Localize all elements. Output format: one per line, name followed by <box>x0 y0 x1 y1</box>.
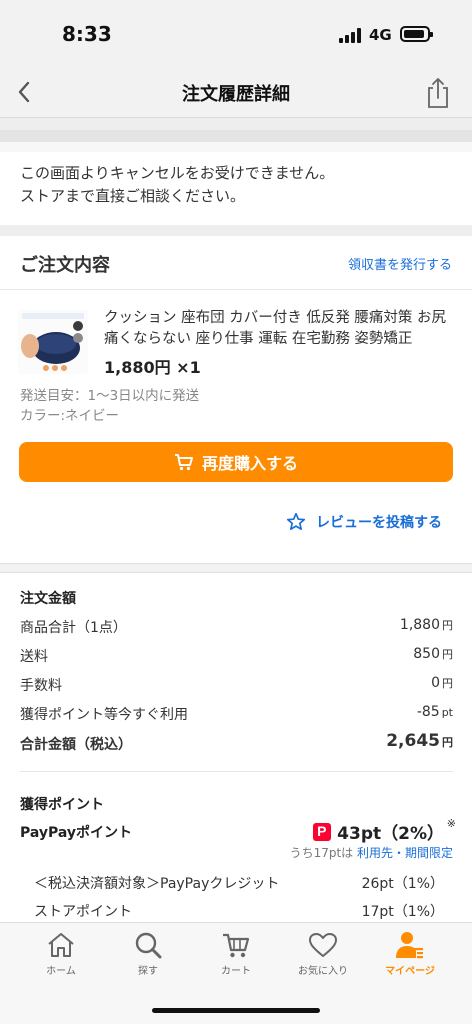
network-label: 4G <box>369 26 392 44</box>
order-header: ご注文内容 領収書を発行する <box>0 236 472 290</box>
buy-again-button[interactable]: 再度購入する <box>19 442 453 482</box>
buy-again-label: 再度購入する <box>201 454 298 473</box>
amount-value: -85 pt <box>416 704 453 720</box>
tab-cart[interactable]: カート <box>196 931 276 985</box>
order-item[interactable]: クッション 座布団 カバー付き 低反発 腰痛対策 お尻痛くならない 座り仕事 運… <box>0 300 472 450</box>
star-icon <box>286 512 306 531</box>
shipping-estimate: 発送目安：1〜3日以内に発送 <box>20 388 200 404</box>
amount-row: 送料 850 円 <box>20 646 453 670</box>
total-value: 2,645 円 <box>386 731 453 751</box>
receipt-link[interactable]: 領収書を発行する <box>348 254 452 273</box>
amount-row: 獲得ポイント等今すぐ利用 -85 pt <box>20 704 453 728</box>
points-row-value: 17pt（1%） <box>361 904 444 920</box>
tab-label: ホーム <box>46 966 76 977</box>
order-title: ご注文内容 <box>20 255 110 276</box>
tab-label: お気に入り <box>298 966 348 977</box>
amount-label: 手数料 <box>20 678 62 694</box>
battery-icon <box>400 26 433 42</box>
heart-icon <box>309 933 337 957</box>
points-row-value: 26pt（1%） <box>361 876 444 892</box>
total-row: 合計金額（税込） 2,645 円 <box>20 731 453 758</box>
review-label: レビューを投稿する <box>316 515 442 531</box>
tab-search[interactable]: 探す <box>108 931 188 985</box>
paypay-points-label: PayPayポイント <box>20 825 133 841</box>
product-color: カラー:ネイビー <box>20 408 120 424</box>
points-row: ストアポイント 17pt（1%） <box>34 901 444 923</box>
divider <box>20 771 453 772</box>
product-name[interactable]: クッション 座布団 カバー付き 低反発 腰痛対策 お尻痛くならない 座り仕事 運… <box>104 308 454 350</box>
product-price: 1,880円 ×1 <box>104 358 201 377</box>
amount-value: 1,880 円 <box>399 617 453 633</box>
points-note: うち17ptは 利用先・期間限定 <box>289 846 453 860</box>
divider <box>0 563 472 564</box>
section-gap <box>0 130 472 142</box>
share-icon <box>428 78 448 108</box>
points-row-label: ＜税込決済額対象＞PayPayクレジット <box>34 876 280 892</box>
total-label: 合計金額（税込） <box>20 737 132 753</box>
status-bar: 8:33 4G <box>0 0 472 68</box>
amount-value: 850 円 <box>413 646 453 662</box>
nav-bar: 注文履歴詳細 <box>0 68 472 118</box>
tab-label: 探す <box>138 966 158 977</box>
amount-label: 送料 <box>20 649 48 665</box>
notice-line-1: この画面よりキャンセルをお受けできません。 <box>20 164 335 182</box>
paypay-logo-icon <box>313 822 332 841</box>
points-row: ＜税込決済額対象＞PayPayクレジット 26pt（1%） <box>34 873 444 895</box>
search-icon <box>135 932 162 959</box>
tab-home[interactable]: ホーム <box>21 931 101 985</box>
footnote-mark: ※ <box>446 817 456 830</box>
section-gap <box>0 563 472 572</box>
tab-label: カート <box>221 966 251 977</box>
paypay-points-value: 43pt（2%） <box>313 819 444 844</box>
page-title: 注文履歴詳細 <box>182 84 290 105</box>
cart-icon <box>223 933 250 958</box>
tab-favorites[interactable]: お気に入り <box>283 931 363 985</box>
divider <box>0 572 472 573</box>
status-time: 8:33 <box>62 22 112 46</box>
points-usage-link[interactable]: 利用先・期間限定 <box>357 846 453 860</box>
amount-title: 注文金額 <box>20 591 76 607</box>
signal-icon <box>339 27 363 43</box>
section-gap <box>0 118 472 130</box>
product-image <box>18 310 88 374</box>
user-icon <box>396 932 423 959</box>
points-title: 獲得ポイント <box>20 797 104 813</box>
tab-mypage[interactable]: マイページ <box>370 931 450 985</box>
points-row-label: ストアポイント <box>34 904 132 920</box>
amount-row: 商品合計（1点） 1,880 円 <box>20 617 453 641</box>
amount-row: 手数料 0円 <box>20 675 453 699</box>
amount-label: 商品合計（1点） <box>20 620 127 636</box>
cart-icon <box>174 454 193 471</box>
write-review-button[interactable]: レビューを投稿する <box>286 512 442 532</box>
amount-label: 獲得ポイント等今すぐ利用 <box>20 707 188 723</box>
tab-label: マイページ <box>385 966 435 977</box>
cancel-notice: この画面よりキャンセルをお受けできません。 ストアまで直接ご相談ください。 <box>0 152 472 225</box>
notice-line-2: ストアまで直接ご相談ください。 <box>20 187 246 205</box>
section-gap <box>0 225 472 236</box>
share-button[interactable] <box>422 74 454 110</box>
section-gap <box>0 142 472 152</box>
amount-value: 0円 <box>431 675 453 691</box>
home-indicator <box>152 1008 320 1013</box>
home-icon <box>48 933 74 957</box>
